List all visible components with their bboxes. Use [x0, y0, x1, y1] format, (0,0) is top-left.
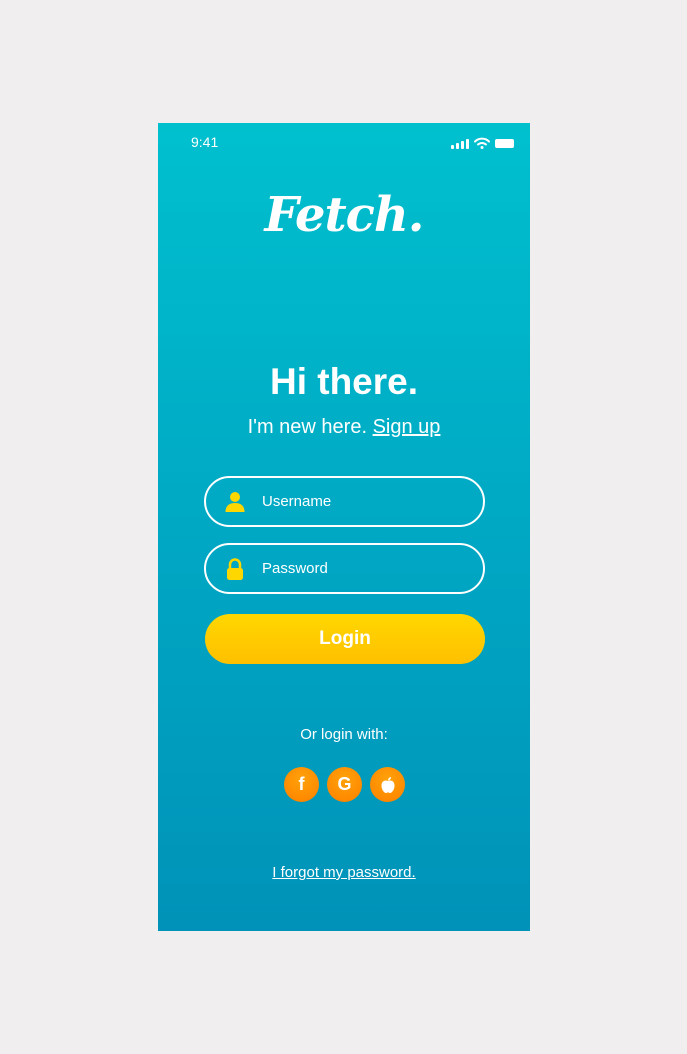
- signal-icon: [451, 138, 469, 149]
- user-icon: [225, 492, 245, 512]
- apple-login-button[interactable]: [370, 767, 405, 802]
- status-bar: 9:41: [158, 123, 530, 163]
- signup-link[interactable]: Sign up: [373, 416, 441, 438]
- page-title: Hi there.: [269, 361, 419, 402]
- username-field[interactable]: [204, 476, 485, 527]
- username-input[interactable]: [262, 478, 467, 525]
- password-input[interactable]: [262, 545, 467, 592]
- status-icons: [451, 137, 514, 149]
- signup-prompt: I'm new here. Sign up: [158, 416, 530, 439]
- google-login-button[interactable]: G: [327, 767, 362, 802]
- signup-prefix: I'm new here.: [247, 416, 368, 438]
- status-time: 9:41: [191, 134, 219, 150]
- forgot-password: I forgot my password.: [158, 864, 530, 881]
- phone-screen: 9:41 Fetch. Hi there. I'm new here. Sign…: [158, 123, 530, 931]
- social-login-label: Or login with:: [300, 726, 388, 743]
- facebook-login-button[interactable]: f: [284, 767, 319, 802]
- forgot-password-link[interactable]: I forgot my password.: [272, 864, 415, 881]
- app-logo: Fetch.: [264, 187, 425, 243]
- facebook-icon: f: [298, 774, 305, 794]
- login-button[interactable]: Login: [205, 614, 485, 664]
- password-field[interactable]: [204, 543, 485, 594]
- apple-icon: [381, 776, 394, 793]
- google-icon: G: [337, 774, 352, 794]
- wifi-icon: [474, 137, 490, 149]
- lock-icon: [227, 558, 243, 580]
- battery-icon: [495, 139, 514, 148]
